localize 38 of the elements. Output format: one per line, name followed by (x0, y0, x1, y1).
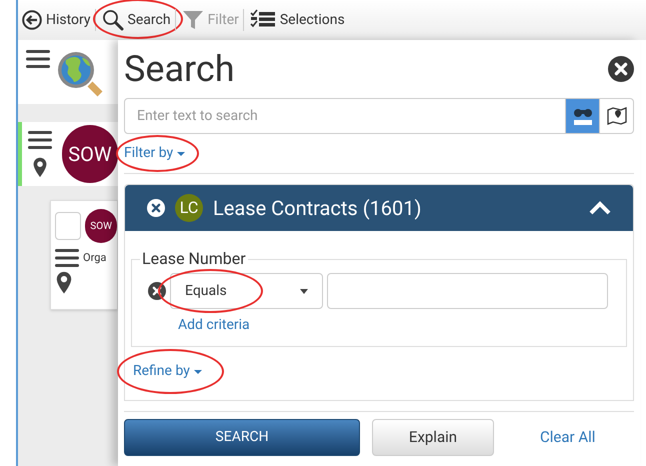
globe-magnifier-icon[interactable] (56, 50, 104, 98)
map-pin-icon (606, 106, 626, 126)
toolbar-button[interactable]: History (20, 10, 93, 30)
operator-dropdown[interactable]: Equals (170, 273, 323, 309)
add-criteria-link[interactable]: Add criteria (178, 315, 250, 336)
search-icon (102, 9, 124, 31)
avatar: SOW (62, 125, 118, 183)
toolbar-button[interactable]: Search (100, 9, 173, 31)
search-mode-button[interactable] (600, 98, 634, 134)
close-icon[interactable] (608, 56, 634, 82)
value-field[interactable] (327, 273, 608, 309)
avatar: SOW (85, 209, 117, 243)
checkbox[interactable] (55, 212, 82, 240)
record-label: Orga (83, 250, 106, 266)
remove-icon[interactable] (147, 199, 165, 217)
toolbar-button[interactable]: Selections (248, 9, 347, 31)
caret-icon (300, 288, 308, 294)
panel-title: Search (124, 47, 235, 92)
field-label: Lease Number (141, 248, 247, 270)
remove-icon[interactable] (148, 282, 166, 300)
section-header[interactable]: LC Lease Contracts (1601) (125, 185, 633, 231)
record-card[interactable]: SOW (18, 122, 118, 186)
explain-button[interactable]: Explain (372, 419, 494, 456)
funnel-icon (182, 9, 204, 31)
location-pin-icon[interactable] (55, 271, 73, 294)
search-button[interactable]: SEARCH (124, 419, 360, 456)
menu-icon[interactable] (28, 130, 52, 149)
menu-icon[interactable] (26, 50, 50, 68)
location-pin-icon[interactable] (32, 156, 48, 178)
section-title: Lease Contracts (1601) (213, 195, 422, 222)
clear-all-link[interactable]: Clear All (540, 426, 596, 449)
search-field[interactable]: Enter text to search (124, 98, 566, 134)
entity-badge: LC (175, 194, 203, 222)
menu-icon[interactable] (55, 249, 79, 267)
search-mode-button[interactable] (566, 98, 600, 134)
filter-by-link[interactable]: Filter by (124, 143, 186, 164)
refine-by-link[interactable]: Refine by (131, 361, 202, 382)
chevron-up-icon[interactable] (589, 201, 611, 215)
